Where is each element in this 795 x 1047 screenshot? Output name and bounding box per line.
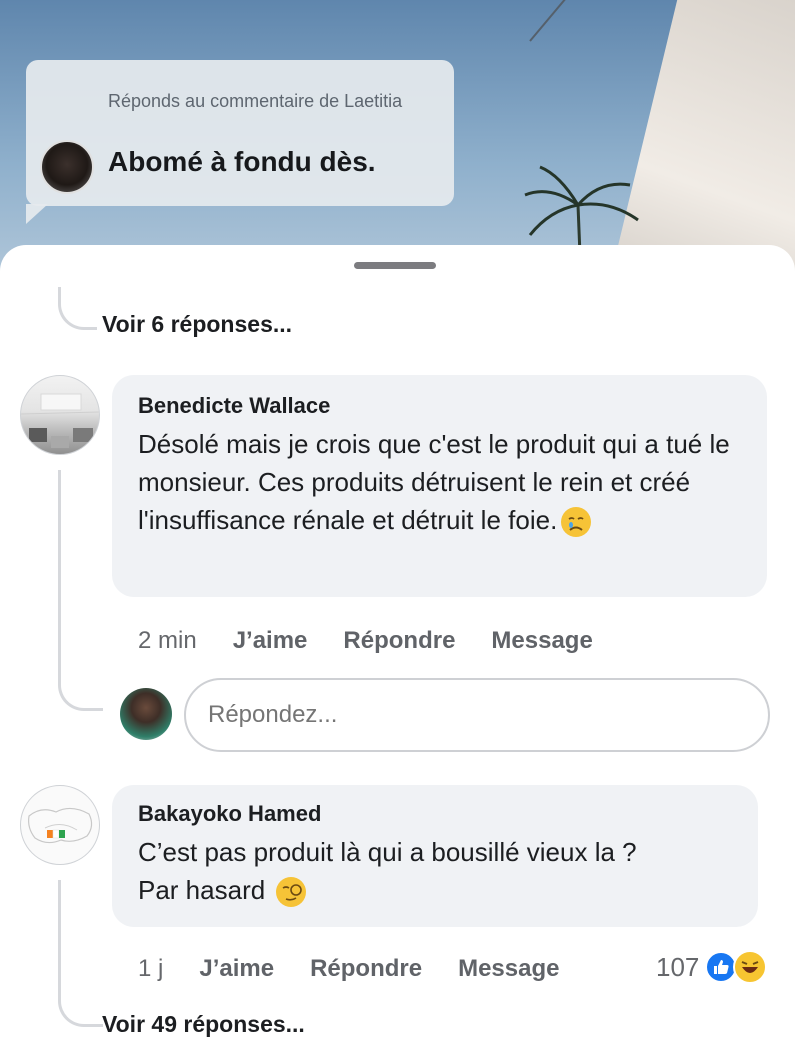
thread-line-curve xyxy=(58,970,103,1027)
reaction-count: 107 xyxy=(656,951,700,982)
view-replies-link[interactable]: Voir 6 réponses... xyxy=(102,311,292,338)
replying-to-label: Réponds au commentaire de Laetitia xyxy=(108,91,403,111)
room-photo-icon xyxy=(21,393,99,448)
like-button[interactable]: J’aime xyxy=(199,955,274,983)
like-button[interactable]: J’aime xyxy=(233,627,308,655)
map-icon xyxy=(28,807,93,844)
thread-line xyxy=(58,880,61,970)
message-button[interactable]: Message xyxy=(491,627,592,655)
avatar[interactable] xyxy=(20,785,100,865)
comment-text: C’est pas produit là qui a bousillé vieu… xyxy=(138,833,732,909)
replying-to-bubble: Réponds au commentaire de Laetitia Abomé… xyxy=(26,60,454,224)
barbed-wire xyxy=(529,0,653,42)
comment-actions: 1 j J’aime Répondre Message xyxy=(138,955,559,983)
palm-tree xyxy=(524,165,639,255)
reply-button[interactable]: Répondre xyxy=(343,627,455,655)
haha-icon xyxy=(733,950,768,984)
avatar xyxy=(120,688,172,740)
message-button[interactable]: Message xyxy=(458,955,559,983)
comment-time: 2 min xyxy=(138,627,197,654)
thread-line xyxy=(58,287,97,330)
avatar[interactable] xyxy=(20,375,100,455)
comment-bubble: Benedicte Wallace Désolé mais je crois q… xyxy=(112,375,767,597)
thread-line-curve xyxy=(58,678,103,711)
comment-line: C’est pas produit là qui a bousillé vieu… xyxy=(138,837,637,867)
crying-face-emoji xyxy=(561,507,592,538)
avatar xyxy=(40,140,94,194)
comment-text: Désolé mais je crois que c'est le produi… xyxy=(138,425,741,539)
comment-line-2: Par hasard xyxy=(138,871,732,909)
comment-time: 1 j xyxy=(138,955,164,982)
comments-sheet: Voir 6 réponses... Benedicte Wallace Dés… xyxy=(0,245,795,1047)
comment-author[interactable]: Benedicte Wallace xyxy=(138,393,741,419)
view-replies-link[interactable]: Voir 49 réponses... xyxy=(102,1011,305,1038)
comment-bubble: Bakayoko Hamed C’est pas produit là qui … xyxy=(112,785,758,927)
sheet-grabber[interactable] xyxy=(354,262,436,269)
face-with-monocle-emoji xyxy=(276,877,307,908)
comment-author[interactable]: Bakayoko Hamed xyxy=(138,801,732,827)
reply-input[interactable] xyxy=(184,678,770,752)
comment-body: Désolé mais je crois que c'est le produi… xyxy=(138,429,730,535)
reactions-summary[interactable]: 107 xyxy=(656,950,768,984)
comment-actions: 2 min J’aime Répondre Message xyxy=(138,627,593,655)
comment-line-text: Par hasard xyxy=(138,875,266,905)
quoted-comment: Abomé à fondu dès. xyxy=(108,146,376,177)
reply-button[interactable]: Répondre xyxy=(310,955,422,983)
thread-line xyxy=(58,470,61,680)
